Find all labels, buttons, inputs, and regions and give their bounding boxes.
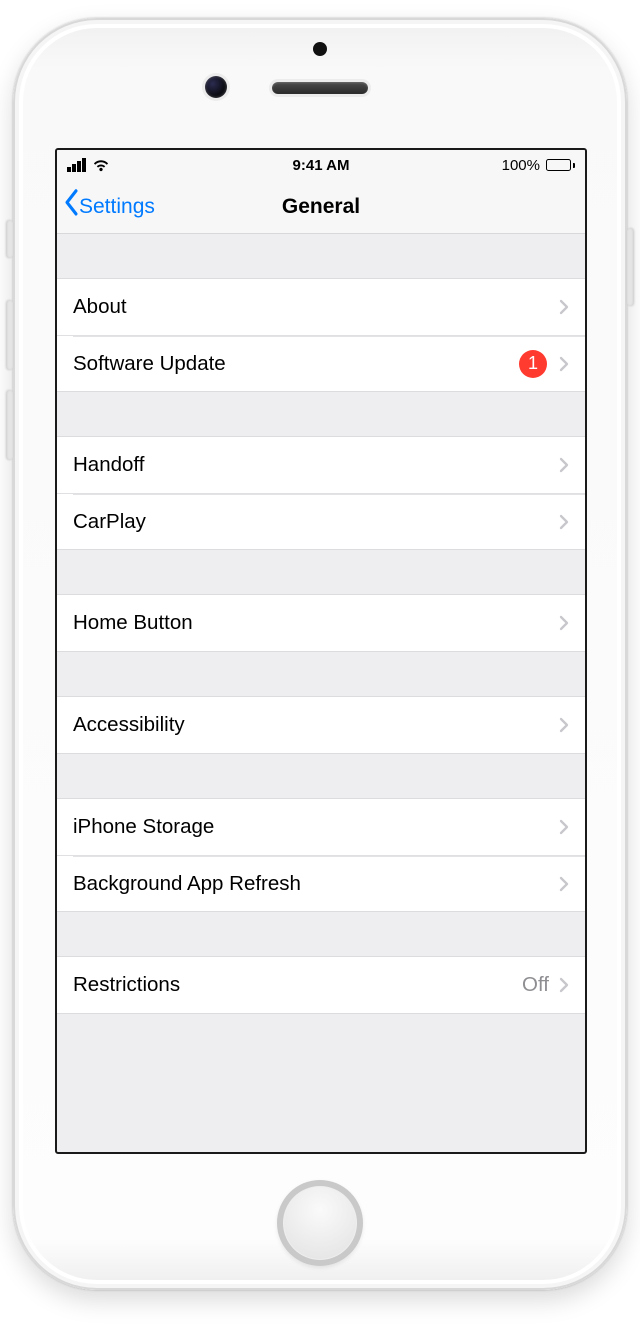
settings-group: Home Button bbox=[57, 594, 585, 652]
settings-group: Accessibility bbox=[57, 696, 585, 754]
chevron-right-icon bbox=[559, 615, 569, 631]
chevron-left-icon bbox=[63, 188, 79, 223]
row-about[interactable]: About bbox=[57, 279, 585, 335]
row-handoff[interactable]: Handoff bbox=[57, 437, 585, 493]
home-button[interactable] bbox=[277, 1180, 363, 1266]
row-carplay[interactable]: CarPlay bbox=[57, 493, 585, 549]
section-separator bbox=[57, 392, 585, 436]
battery-icon bbox=[546, 159, 575, 171]
row-restrictions[interactable]: Restrictions Off bbox=[57, 957, 585, 1013]
volume-down-button bbox=[7, 390, 13, 460]
chevron-right-icon bbox=[559, 299, 569, 315]
iphone-device-frame: 9:41 AM 100% Settings General bbox=[13, 18, 627, 1290]
notification-badge: 1 bbox=[519, 350, 547, 378]
proximity-sensor bbox=[313, 42, 327, 56]
row-value: Off bbox=[522, 973, 549, 997]
section-separator bbox=[57, 754, 585, 798]
back-button[interactable]: Settings bbox=[57, 192, 157, 222]
row-label: iPhone Storage bbox=[73, 815, 559, 839]
volume-up-button bbox=[7, 300, 13, 370]
row-label: Software Update bbox=[73, 352, 519, 376]
section-separator bbox=[57, 912, 585, 956]
row-label: Home Button bbox=[73, 611, 559, 635]
chevron-right-icon bbox=[559, 514, 569, 530]
settings-group: iPhone Storage Background App Refresh bbox=[57, 798, 585, 912]
row-label: Restrictions bbox=[73, 973, 522, 997]
settings-group: Restrictions Off bbox=[57, 956, 585, 1014]
row-software-update[interactable]: Software Update 1 bbox=[57, 335, 585, 391]
cellular-signal-icon bbox=[67, 158, 86, 172]
chevron-right-icon bbox=[559, 717, 569, 733]
back-button-label: Settings bbox=[79, 195, 155, 219]
earpiece-speaker bbox=[272, 82, 368, 94]
row-label: CarPlay bbox=[73, 510, 559, 534]
chevron-right-icon bbox=[559, 457, 569, 473]
wifi-icon bbox=[92, 159, 110, 172]
row-label: Handoff bbox=[73, 453, 559, 477]
row-label: Accessibility bbox=[73, 713, 559, 737]
side-button bbox=[627, 228, 633, 306]
chevron-right-icon bbox=[559, 876, 569, 892]
ring-silent-switch bbox=[7, 220, 13, 258]
front-camera bbox=[205, 76, 227, 98]
row-background-app-refresh[interactable]: Background App Refresh bbox=[57, 855, 585, 911]
chevron-right-icon bbox=[559, 356, 569, 372]
row-label: Background App Refresh bbox=[73, 872, 559, 896]
row-label: About bbox=[73, 295, 559, 319]
settings-group: Handoff CarPlay bbox=[57, 436, 585, 550]
chevron-right-icon bbox=[559, 819, 569, 835]
status-bar: 9:41 AM 100% bbox=[57, 150, 585, 180]
screen: 9:41 AM 100% Settings General bbox=[55, 148, 587, 1154]
battery-percent-label: 100% bbox=[502, 157, 540, 174]
section-separator bbox=[57, 234, 585, 278]
chevron-right-icon bbox=[559, 977, 569, 993]
section-separator bbox=[57, 652, 585, 696]
settings-group: About Software Update 1 bbox=[57, 278, 585, 392]
section-separator bbox=[57, 550, 585, 594]
row-iphone-storage[interactable]: iPhone Storage bbox=[57, 799, 585, 855]
row-accessibility[interactable]: Accessibility bbox=[57, 697, 585, 753]
row-home-button[interactable]: Home Button bbox=[57, 595, 585, 651]
navigation-bar: Settings General bbox=[57, 180, 585, 234]
